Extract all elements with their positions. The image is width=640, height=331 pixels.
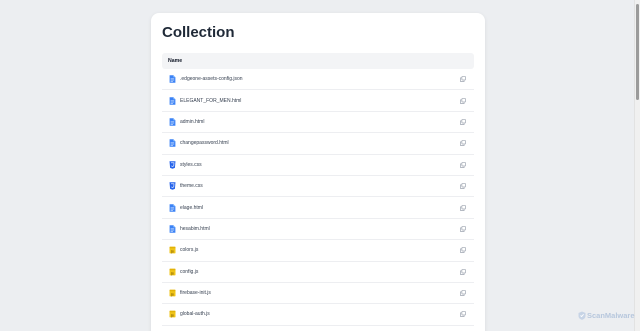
css-icon <box>169 161 176 169</box>
copy-icon[interactable] <box>459 290 466 297</box>
svg-text:js: js <box>170 271 174 275</box>
table-row[interactable]: styles.css <box>162 155 474 176</box>
table-row[interactable]: hesabim.html <box>162 219 474 241</box>
table-row[interactable]: theme.css <box>162 176 474 198</box>
svg-text:js: js <box>170 292 174 296</box>
scanmalware-watermark: ScanMalware <box>578 311 635 320</box>
file-icon <box>169 225 176 233</box>
file-name[interactable]: theme.css <box>180 183 459 189</box>
scrollbar-thumb[interactable] <box>636 4 639 100</box>
table-row[interactable]: js firebase-init.js <box>162 283 474 305</box>
table-row[interactable]: js global-auth.js <box>162 304 474 326</box>
copy-icon[interactable] <box>459 225 466 232</box>
js-icon: js <box>169 246 176 254</box>
file-icon <box>169 118 176 126</box>
file-name[interactable]: config.js <box>180 269 459 275</box>
file-name[interactable]: global-auth.js <box>180 311 459 317</box>
file-name[interactable]: firebase-init.js <box>180 290 459 296</box>
js-icon: js <box>169 268 176 276</box>
table-row[interactable]: changepassword.html <box>162 133 474 155</box>
svg-text:js: js <box>170 250 174 254</box>
css-icon <box>169 182 176 190</box>
page-title: Collection <box>162 24 235 41</box>
copy-icon[interactable] <box>459 268 466 275</box>
file-name[interactable]: styles.css <box>180 162 459 168</box>
file-icon <box>169 96 176 105</box>
copy-icon[interactable] <box>459 161 466 168</box>
file-icon <box>169 75 176 83</box>
file-icon <box>169 139 176 148</box>
file-name[interactable]: colors.js <box>180 247 459 253</box>
collection-card: Collection Name .edgeone-assets-config.j… <box>151 13 485 331</box>
svg-text:js: js <box>170 314 174 318</box>
js-icon: js <box>169 310 176 318</box>
copy-icon[interactable] <box>459 76 466 83</box>
table-row[interactable]: admin.html <box>162 112 474 134</box>
copy-icon[interactable] <box>459 183 466 190</box>
file-name[interactable]: elage.html <box>180 205 459 211</box>
copy-icon[interactable] <box>459 140 466 147</box>
js-icon: js <box>169 289 176 297</box>
vertical-scrollbar[interactable] <box>634 0 640 331</box>
table-row[interactable]: .edgeone-assets-config.json <box>162 69 474 91</box>
copy-icon[interactable] <box>459 204 466 211</box>
file-icon <box>169 203 176 212</box>
table-row[interactable]: js colors.js <box>162 240 474 262</box>
copy-icon[interactable] <box>459 118 466 125</box>
table-header-name: Name <box>162 53 474 69</box>
table-row[interactable]: elage.html <box>162 197 474 219</box>
file-name[interactable]: admin.html <box>180 119 459 125</box>
table-row[interactable]: ELEGANT_FOR_MEN.html <box>162 90 474 112</box>
file-name[interactable]: changepassword.html <box>180 140 459 146</box>
file-name[interactable]: .edgeone-assets-config.json <box>180 76 459 82</box>
copy-icon[interactable] <box>459 247 466 254</box>
file-name[interactable]: ELEGANT_FOR_MEN.html <box>180 98 459 104</box>
copy-icon[interactable] <box>459 311 466 318</box>
copy-icon[interactable] <box>459 97 466 104</box>
scanmalware-logo-icon <box>578 311 586 320</box>
file-list: .edgeone-assets-config.json ELEGANT_FOR_M… <box>162 69 474 326</box>
table-row[interactable]: js config.js <box>162 262 474 283</box>
watermark-text: ScanMalware <box>587 311 635 320</box>
file-name[interactable]: hesabim.html <box>180 226 459 232</box>
